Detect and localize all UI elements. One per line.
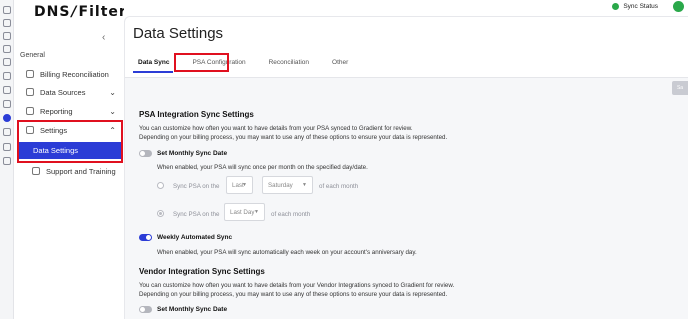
psa-option-day-suffix: of each month (319, 183, 359, 190)
sidebar-item-label: Reporting (40, 106, 73, 116)
psa-option-date-radio[interactable] (157, 210, 164, 217)
sync-status-label: Sync Status (623, 3, 658, 10)
sync-status-dot-icon (612, 3, 620, 10)
chevron-down-icon: ▼ (254, 209, 259, 215)
download-icon[interactable] (3, 32, 11, 40)
chevron-down-icon: ▼ (302, 182, 307, 188)
psa-weekday-select[interactable]: Saturday ▼ (262, 176, 313, 194)
vendor-sync-description-1: You can customize how often you want to … (139, 282, 455, 289)
sidebar-section-general: General (20, 52, 45, 59)
psa-monthly-sync-label: Set Monthly Sync Date (157, 150, 228, 157)
psa-sync-description-2: Depending on your billing process, you m… (139, 134, 448, 141)
sidebar-item-support-and-training[interactable]: Support and Training (14, 163, 124, 179)
logo-slash: / (71, 4, 78, 20)
report-icon (26, 107, 34, 115)
main-panel: Data Settings Data Sync PSA Configuratio… (124, 16, 688, 319)
clock-icon[interactable] (3, 45, 11, 53)
exit-icon[interactable] (3, 157, 11, 165)
ledger-icon (26, 70, 34, 78)
vendor-sync-description-2: Depending on your billing process, you m… (139, 291, 448, 298)
wave-icon[interactable] (3, 143, 11, 151)
psa-weekly-sync-label: Weekly Automated Sync (157, 234, 233, 241)
data-sources-icon (26, 88, 34, 96)
icon-rail (0, 0, 14, 319)
grid-icon[interactable] (3, 72, 11, 80)
vendor-sync-heading: Vendor Integration Sync Settings (139, 267, 265, 276)
vendor-monthly-sync-label: Set Monthly Sync Date (157, 306, 228, 313)
sidebar-item-label: Data Sources (40, 87, 86, 97)
psa-monthly-sync-toggle[interactable] (139, 150, 152, 157)
sidebar-item-data-sources[interactable]: Data Sources ⌄ (14, 84, 124, 100)
top-bar: Sync Status (124, 0, 688, 16)
file-icon[interactable] (3, 128, 11, 136)
tab-other[interactable]: Other (327, 57, 352, 73)
psa-weekday-value: Saturday (268, 181, 293, 189)
psa-option-date-suffix: of each month (271, 211, 311, 218)
sidebar-item-billing-reconciliation[interactable]: Billing Reconciliation (14, 66, 124, 82)
vendor-monthly-sync-toggle[interactable] (139, 306, 152, 313)
psa-week-ordinal-select[interactable]: Last ▼ (226, 176, 253, 194)
chevron-left-icon[interactable]: ‹ (102, 32, 105, 43)
psa-weekly-sync-toggle[interactable] (139, 234, 152, 241)
tab-bar: Data Sync PSA Configuration Reconciliati… (133, 57, 366, 73)
sidebar-item-label: Support and Training (46, 166, 116, 176)
chart-icon[interactable] (3, 86, 11, 94)
logo-text-right: Filter (78, 4, 127, 20)
page-title: Data Settings (133, 25, 224, 42)
logo-text-left: DNS (34, 4, 71, 20)
psa-configuration-highlight-box (174, 53, 229, 72)
sidebar-item-label: Billing Reconciliation (40, 69, 109, 79)
gradient-app-icon[interactable] (3, 114, 11, 122)
list-icon[interactable] (3, 19, 11, 27)
psa-sync-heading: PSA Integration Sync Settings (139, 110, 254, 119)
psa-monthly-sync-help: When enabled, your PSA will sync once pe… (157, 164, 368, 171)
tab-reconciliation[interactable]: Reconciliation (264, 57, 313, 73)
psa-option-date-prefix: Sync PSA on the (173, 211, 220, 218)
psa-option-day-prefix: Sync PSA on the (173, 183, 220, 190)
save-button[interactable]: Sa (672, 81, 688, 95)
link-icon[interactable] (3, 100, 11, 108)
chevron-down-icon: ▼ (242, 182, 247, 188)
dnsfilter-logo: DNS/Filter (34, 4, 127, 20)
settings-highlight-box (17, 120, 123, 163)
sync-status[interactable]: Sync Status (612, 3, 658, 10)
psa-day-value: Last Day (230, 208, 255, 216)
support-icon (32, 167, 40, 175)
tab-data-sync[interactable]: Data Sync (133, 57, 174, 73)
document-icon[interactable] (3, 58, 11, 66)
psa-option-day-radio[interactable] (157, 182, 164, 189)
psa-sync-description-1: You can customize how often you want to … (139, 125, 413, 132)
sidebar-item-reporting[interactable]: Reporting ⌄ (14, 103, 124, 119)
psa-weekly-sync-help: When enabled, your PSA will sync automat… (157, 249, 417, 256)
avatar[interactable] (673, 1, 684, 12)
chevron-down-icon: ⌄ (109, 87, 116, 97)
dashboard-icon[interactable] (3, 6, 11, 14)
psa-day-select[interactable]: Last Day ▼ (224, 203, 265, 221)
chevron-down-icon: ⌄ (109, 106, 116, 116)
